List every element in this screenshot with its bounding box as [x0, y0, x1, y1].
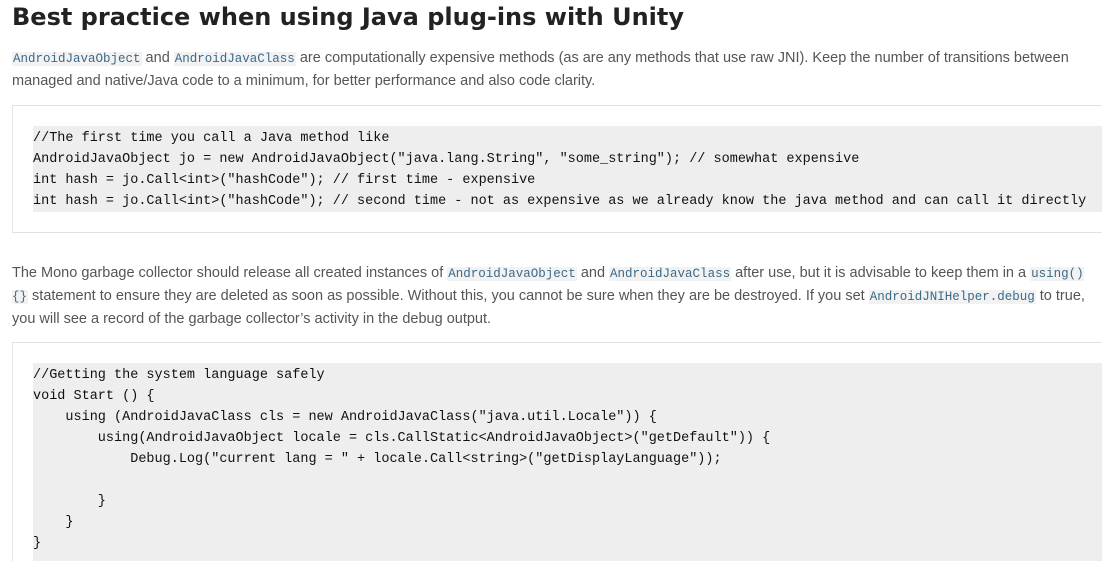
code-lines: //Getting the system language safely voi…	[33, 365, 770, 554]
inline-code-android-java-class: AndroidJavaClass	[609, 267, 732, 281]
code-line: AndroidJavaObject jo = new AndroidJavaOb…	[33, 152, 860, 167]
doc-page: Best practice when using Java plug-ins w…	[0, 0, 1102, 561]
paragraph-text: after use, but it is advisable to keep t…	[731, 265, 1031, 281]
paragraph-text: The Mono garbage collector should releas…	[12, 265, 448, 281]
paragraph-text: and	[576, 265, 610, 281]
intro-paragraph: AndroidJavaObject and AndroidJavaClass a…	[12, 47, 1098, 92]
paragraph-text: and	[141, 50, 174, 66]
code-line: }	[33, 536, 42, 551]
garbage-collector-paragraph: The Mono garbage collector should releas…	[12, 262, 1098, 330]
code-line: using(AndroidJavaObject locale = cls.Cal…	[33, 431, 771, 446]
code-lines: //The first time you call a Java method …	[33, 128, 1086, 212]
inline-code-android-java-object: AndroidJavaObject	[447, 267, 577, 281]
code-line: using (AndroidJavaClass cls = new Androi…	[33, 410, 657, 425]
code-line: int hash = jo.Call<int>("hashCode"); // …	[33, 173, 536, 188]
code-block-system-language: //Getting the system language safely voi…	[12, 342, 1102, 561]
code-block-background: //The first time you call a Java method …	[33, 126, 1102, 212]
code-line: //The first time you call a Java method …	[33, 131, 390, 146]
code-line: void Start () {	[33, 389, 155, 404]
code-line: }	[33, 494, 106, 509]
inline-code-android-java-class: AndroidJavaClass	[173, 52, 296, 66]
code-line: }	[33, 515, 74, 530]
paragraph-text: statement to ensure they are deleted as …	[28, 288, 869, 304]
code-line: Debug.Log("current lang = " + locale.Cal…	[33, 452, 722, 467]
code-line: int hash = jo.Call<int>("hashCode"); // …	[33, 194, 1087, 209]
code-block-background: //Getting the system language safely voi…	[33, 363, 1102, 561]
code-line: //Getting the system language safely	[33, 368, 325, 383]
inline-code-android-java-object: AndroidJavaObject	[12, 52, 142, 66]
inline-code-jni-helper-debug: AndroidJNIHelper.debug	[868, 290, 1036, 304]
code-block-java-call: //The first time you call a Java method …	[12, 105, 1102, 233]
page-title: Best practice when using Java plug-ins w…	[12, 3, 685, 31]
